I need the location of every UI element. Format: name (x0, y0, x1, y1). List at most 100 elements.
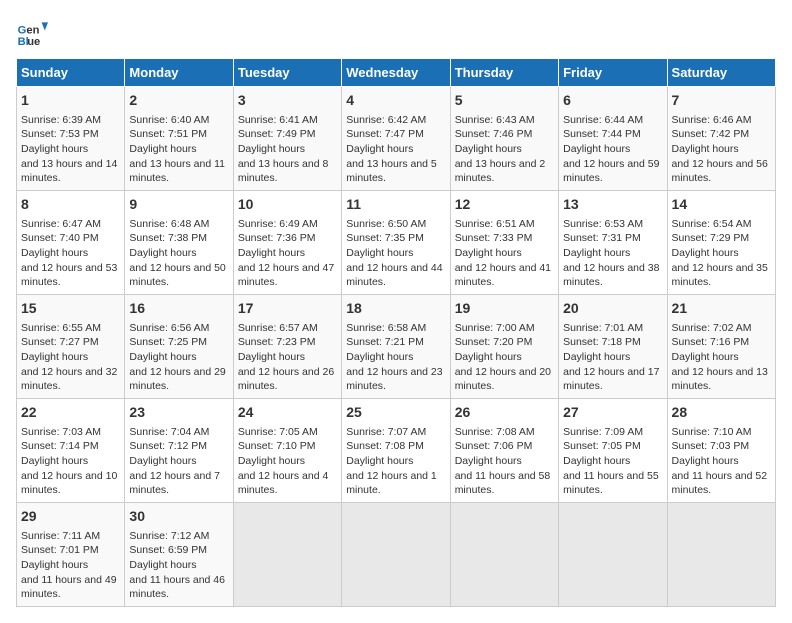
calendar-cell: 19Sunrise: 7:00 AMSunset: 7:20 PMDayligh… (450, 295, 558, 399)
calendar-cell: 16Sunrise: 6:56 AMSunset: 7:25 PMDayligh… (125, 295, 233, 399)
cell-content: Sunrise: 6:58 AMSunset: 7:21 PMDaylight … (346, 321, 445, 394)
day-number: 1 (21, 91, 120, 111)
cell-content: Sunrise: 6:53 AMSunset: 7:31 PMDaylight … (563, 217, 662, 290)
calendar-cell: 10Sunrise: 6:49 AMSunset: 7:36 PMDayligh… (233, 191, 341, 295)
calendar-cell: 15Sunrise: 6:55 AMSunset: 7:27 PMDayligh… (17, 295, 125, 399)
calendar-table: SundayMondayTuesdayWednesdayThursdayFrid… (16, 58, 776, 607)
day-number: 14 (672, 195, 771, 215)
cell-content: Sunrise: 6:49 AMSunset: 7:36 PMDaylight … (238, 217, 337, 290)
day-number: 28 (672, 403, 771, 423)
day-number: 13 (563, 195, 662, 215)
day-number: 22 (21, 403, 120, 423)
day-number: 11 (346, 195, 445, 215)
day-number: 20 (563, 299, 662, 319)
day-number: 26 (455, 403, 554, 423)
cell-content: Sunrise: 6:42 AMSunset: 7:47 PMDaylight … (346, 113, 445, 186)
day-number: 15 (21, 299, 120, 319)
calendar-cell: 20Sunrise: 7:01 AMSunset: 7:18 PMDayligh… (559, 295, 667, 399)
column-header-saturday: Saturday (667, 59, 775, 87)
cell-content: Sunrise: 7:01 AMSunset: 7:18 PMDaylight … (563, 321, 662, 394)
calendar-cell (450, 503, 558, 607)
calendar-cell (233, 503, 341, 607)
column-header-sunday: Sunday (17, 59, 125, 87)
day-number: 16 (129, 299, 228, 319)
day-number: 19 (455, 299, 554, 319)
calendar-cell: 29Sunrise: 7:11 AMSunset: 7:01 PMDayligh… (17, 503, 125, 607)
logo-icon: G en Bl ue (16, 16, 48, 48)
cell-content: Sunrise: 7:04 AMSunset: 7:12 PMDaylight … (129, 425, 228, 498)
cell-content: Sunrise: 7:02 AMSunset: 7:16 PMDaylight … (672, 321, 771, 394)
cell-content: Sunrise: 6:48 AMSunset: 7:38 PMDaylight … (129, 217, 228, 290)
day-number: 8 (21, 195, 120, 215)
cell-content: Sunrise: 6:44 AMSunset: 7:44 PMDaylight … (563, 113, 662, 186)
calendar-cell: 28Sunrise: 7:10 AMSunset: 7:03 PMDayligh… (667, 399, 775, 503)
day-number: 17 (238, 299, 337, 319)
day-number: 5 (455, 91, 554, 111)
page-header: G en Bl ue (16, 16, 776, 48)
day-number: 25 (346, 403, 445, 423)
calendar-week-1: 1Sunrise: 6:39 AMSunset: 7:53 PMDaylight… (17, 87, 776, 191)
day-number: 7 (672, 91, 771, 111)
day-number: 9 (129, 195, 228, 215)
calendar-cell: 27Sunrise: 7:09 AMSunset: 7:05 PMDayligh… (559, 399, 667, 503)
cell-content: Sunrise: 6:50 AMSunset: 7:35 PMDaylight … (346, 217, 445, 290)
day-number: 10 (238, 195, 337, 215)
calendar-cell: 26Sunrise: 7:08 AMSunset: 7:06 PMDayligh… (450, 399, 558, 503)
cell-content: Sunrise: 7:03 AMSunset: 7:14 PMDaylight … (21, 425, 120, 498)
calendar-cell: 21Sunrise: 7:02 AMSunset: 7:16 PMDayligh… (667, 295, 775, 399)
calendar-cell: 18Sunrise: 6:58 AMSunset: 7:21 PMDayligh… (342, 295, 450, 399)
column-header-tuesday: Tuesday (233, 59, 341, 87)
svg-text:ue: ue (27, 36, 40, 48)
day-number: 21 (672, 299, 771, 319)
cell-content: Sunrise: 6:56 AMSunset: 7:25 PMDaylight … (129, 321, 228, 394)
cell-content: Sunrise: 7:10 AMSunset: 7:03 PMDaylight … (672, 425, 771, 498)
calendar-cell: 13Sunrise: 6:53 AMSunset: 7:31 PMDayligh… (559, 191, 667, 295)
column-header-friday: Friday (559, 59, 667, 87)
svg-text:en: en (26, 25, 39, 37)
cell-content: Sunrise: 6:40 AMSunset: 7:51 PMDaylight … (129, 113, 228, 186)
calendar-cell: 4Sunrise: 6:42 AMSunset: 7:47 PMDaylight… (342, 87, 450, 191)
cell-content: Sunrise: 7:00 AMSunset: 7:20 PMDaylight … (455, 321, 554, 394)
cell-content: Sunrise: 7:11 AMSunset: 7:01 PMDaylight … (21, 529, 120, 602)
cell-content: Sunrise: 6:41 AMSunset: 7:49 PMDaylight … (238, 113, 337, 186)
day-number: 4 (346, 91, 445, 111)
calendar-cell: 5Sunrise: 6:43 AMSunset: 7:46 PMDaylight… (450, 87, 558, 191)
day-number: 27 (563, 403, 662, 423)
calendar-header-row: SundayMondayTuesdayWednesdayThursdayFrid… (17, 59, 776, 87)
cell-content: Sunrise: 6:46 AMSunset: 7:42 PMDaylight … (672, 113, 771, 186)
calendar-cell (342, 503, 450, 607)
calendar-cell: 8Sunrise: 6:47 AMSunset: 7:40 PMDaylight… (17, 191, 125, 295)
calendar-cell: 3Sunrise: 6:41 AMSunset: 7:49 PMDaylight… (233, 87, 341, 191)
cell-content: Sunrise: 7:07 AMSunset: 7:08 PMDaylight … (346, 425, 445, 498)
calendar-cell: 1Sunrise: 6:39 AMSunset: 7:53 PMDaylight… (17, 87, 125, 191)
calendar-cell: 7Sunrise: 6:46 AMSunset: 7:42 PMDaylight… (667, 87, 775, 191)
calendar-cell: 11Sunrise: 6:50 AMSunset: 7:35 PMDayligh… (342, 191, 450, 295)
cell-content: Sunrise: 7:12 AMSunset: 6:59 PMDaylight … (129, 529, 228, 602)
calendar-cell: 23Sunrise: 7:04 AMSunset: 7:12 PMDayligh… (125, 399, 233, 503)
cell-content: Sunrise: 6:57 AMSunset: 7:23 PMDaylight … (238, 321, 337, 394)
calendar-cell: 30Sunrise: 7:12 AMSunset: 6:59 PMDayligh… (125, 503, 233, 607)
calendar-cell: 2Sunrise: 6:40 AMSunset: 7:51 PMDaylight… (125, 87, 233, 191)
calendar-cell: 9Sunrise: 6:48 AMSunset: 7:38 PMDaylight… (125, 191, 233, 295)
calendar-week-3: 15Sunrise: 6:55 AMSunset: 7:27 PMDayligh… (17, 295, 776, 399)
cell-content: Sunrise: 6:55 AMSunset: 7:27 PMDaylight … (21, 321, 120, 394)
svg-text:G: G (18, 25, 27, 37)
column-header-thursday: Thursday (450, 59, 558, 87)
column-header-wednesday: Wednesday (342, 59, 450, 87)
day-number: 18 (346, 299, 445, 319)
calendar-cell (559, 503, 667, 607)
day-number: 29 (21, 507, 120, 527)
logo: G en Bl ue (16, 16, 52, 48)
calendar-cell: 17Sunrise: 6:57 AMSunset: 7:23 PMDayligh… (233, 295, 341, 399)
day-number: 2 (129, 91, 228, 111)
calendar-week-2: 8Sunrise: 6:47 AMSunset: 7:40 PMDaylight… (17, 191, 776, 295)
cell-content: Sunrise: 6:51 AMSunset: 7:33 PMDaylight … (455, 217, 554, 290)
cell-content: Sunrise: 7:08 AMSunset: 7:06 PMDaylight … (455, 425, 554, 498)
day-number: 23 (129, 403, 228, 423)
calendar-cell: 12Sunrise: 6:51 AMSunset: 7:33 PMDayligh… (450, 191, 558, 295)
cell-content: Sunrise: 6:47 AMSunset: 7:40 PMDaylight … (21, 217, 120, 290)
calendar-cell: 24Sunrise: 7:05 AMSunset: 7:10 PMDayligh… (233, 399, 341, 503)
calendar-week-4: 22Sunrise: 7:03 AMSunset: 7:14 PMDayligh… (17, 399, 776, 503)
day-number: 30 (129, 507, 228, 527)
calendar-cell: 6Sunrise: 6:44 AMSunset: 7:44 PMDaylight… (559, 87, 667, 191)
